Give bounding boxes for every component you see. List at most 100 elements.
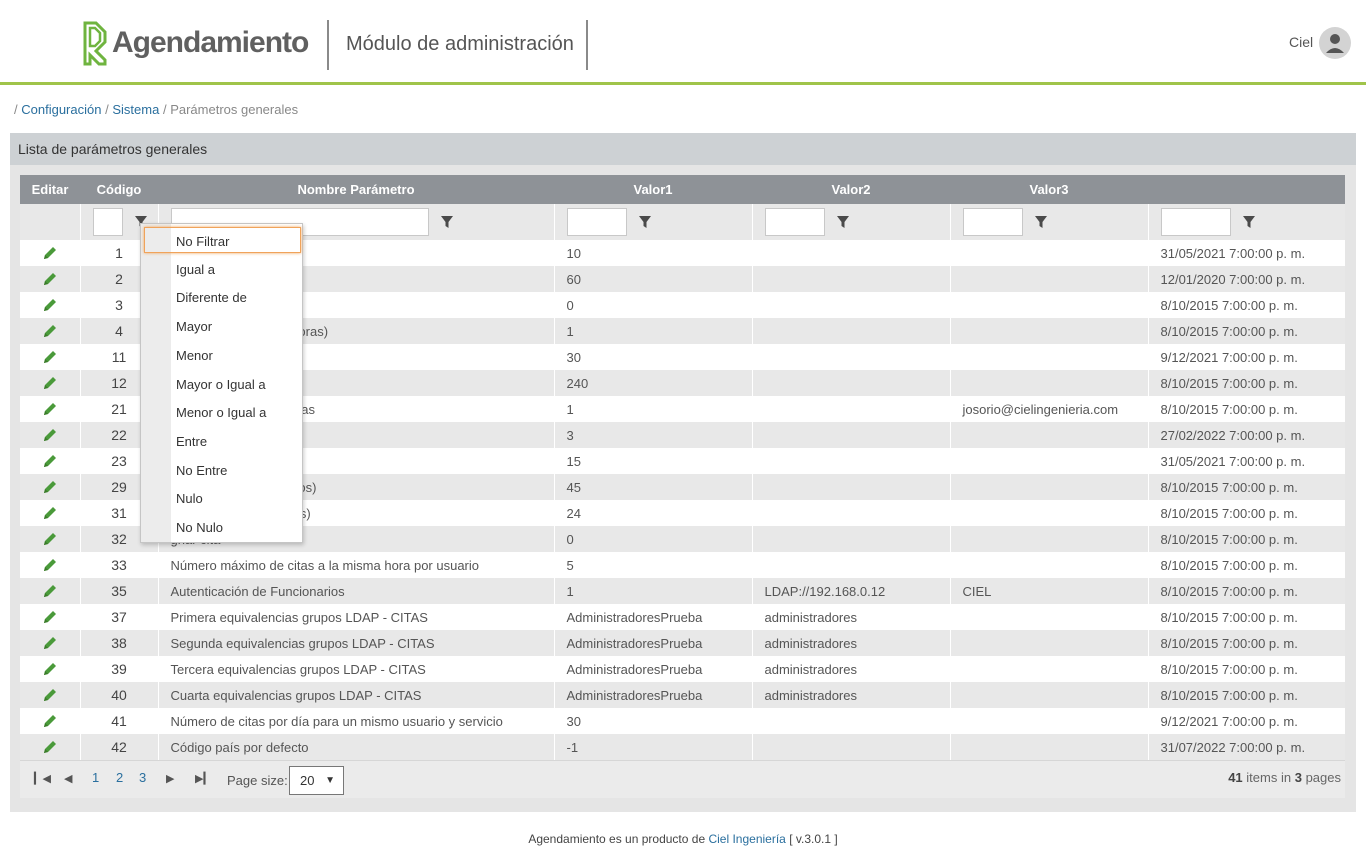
edit-cell[interactable] [20,448,80,474]
filter-option[interactable]: Nulo [176,491,203,506]
filter-input-valor1[interactable] [566,208,627,236]
pencil-icon[interactable] [42,427,58,443]
edit-cell[interactable] [20,396,80,422]
page-link-1[interactable]: 1 [92,770,99,785]
column-header-codigo[interactable]: Código [80,175,158,204]
filter-icon[interactable] [836,215,850,229]
pencil-icon[interactable] [42,661,58,677]
edit-cell[interactable] [20,266,80,292]
breadcrumb-link-configuracion[interactable]: Configuración [21,102,101,117]
edit-cell[interactable] [20,292,80,318]
pencil-icon[interactable] [42,323,58,339]
filter-option[interactable]: Diferente de [176,290,247,305]
pencil-icon[interactable] [42,635,58,651]
pencil-icon[interactable] [42,609,58,625]
module-title: Módulo de administración [346,33,574,55]
edit-cell[interactable] [20,682,80,708]
edit-cell[interactable] [20,630,80,656]
page-link-3[interactable]: 3 [139,770,146,785]
user-name[interactable]: Ciel [1289,34,1313,50]
filter-option[interactable]: Mayor [176,319,212,334]
filter-input-fecha[interactable] [1160,208,1231,236]
column-header-valor3[interactable]: Valor3 [950,175,1148,204]
edit-cell[interactable] [20,500,80,526]
header-divider [586,20,588,70]
filter-cell-valor3 [949,204,1148,240]
column-header-editar: Editar [20,175,80,204]
edit-cell[interactable] [20,526,80,552]
last-page-icon[interactable]: ▶▎ [195,772,212,785]
filter-input-codigo[interactable] [92,208,123,236]
column-header-valor2[interactable]: Valor2 [752,175,950,204]
cell-valor3 [949,526,1148,552]
prev-page-icon[interactable]: ◀ [64,772,72,785]
edit-cell[interactable] [20,240,80,266]
filter-option[interactable]: Menor [176,348,213,363]
filter-option[interactable]: Igual a [176,262,215,277]
cell-valor1: AdministradoresPrueba [553,656,752,682]
edit-cell[interactable] [20,708,80,734]
pencil-icon[interactable] [42,479,58,495]
items-info: 41 items in 3 pages [1228,770,1341,785]
pencil-icon[interactable] [42,687,58,703]
cell-valor3 [949,682,1148,708]
pencil-icon[interactable] [42,583,58,599]
user-avatar-icon[interactable] [1319,27,1351,59]
column-header-nombre[interactable]: Nombre Parámetro [158,175,554,204]
pencil-icon[interactable] [42,297,58,313]
cell-fecha: 8/10/2015 7:00:00 p. m. [1147,396,1345,422]
next-page-icon[interactable]: ▶ [166,772,174,785]
footer-company-link[interactable]: Ciel Ingeniería [708,832,785,846]
edit-cell[interactable] [20,734,80,760]
edit-cell[interactable] [20,604,80,630]
pencil-icon[interactable] [42,531,58,547]
filter-icon[interactable] [1034,215,1048,229]
filter-option[interactable]: No Nulo [176,520,223,535]
cell-fecha: 8/10/2015 7:00:00 p. m. [1147,604,1345,630]
cell-valor1: 10 [553,240,752,266]
breadcrumb-link-sistema[interactable]: Sistema [112,102,159,117]
edit-cell[interactable] [20,370,80,396]
filter-input-valor2[interactable] [764,208,825,236]
pencil-icon[interactable] [42,505,58,521]
filter-icon[interactable] [638,215,652,229]
edit-cell[interactable] [20,578,80,604]
pencil-icon[interactable] [42,271,58,287]
brand-logo[interactable]: Agendamiento [82,19,309,67]
column-header-fecha[interactable] [1148,175,1345,204]
pencil-icon[interactable] [42,739,58,755]
pencil-icon[interactable] [42,557,58,573]
pencil-icon[interactable] [42,245,58,261]
column-header-valor1[interactable]: Valor1 [554,175,752,204]
first-page-icon[interactable]: ▎◀ [34,772,51,785]
edit-cell[interactable] [20,656,80,682]
pencil-icon[interactable] [42,401,58,417]
filter-icon[interactable] [440,215,454,229]
filter-option[interactable]: Menor o Igual a [176,405,266,420]
filter-cell-editar [20,204,80,240]
edit-cell[interactable] [20,552,80,578]
edit-cell[interactable] [20,344,80,370]
pencil-icon[interactable] [42,713,58,729]
edit-cell[interactable] [20,474,80,500]
table-row: 42 Código país por defecto -1 31/07/2022 7:… [20,734,1345,760]
filter-icon[interactable] [1242,215,1256,229]
page-size-select[interactable]: 20 ▼ [289,766,344,795]
cell-fecha: 8/10/2015 7:00:00 p. m. [1147,630,1345,656]
filter-option[interactable]: Mayor o Igual a [176,377,266,392]
filter-input-valor3[interactable] [962,208,1023,236]
edit-cell[interactable] [20,318,80,344]
page-link-2[interactable]: 2 [116,770,123,785]
filter-option[interactable]: No Filtrar [144,227,301,253]
filter-option[interactable]: Entre [176,434,207,449]
cell-nombre: Número máximo de citas a la misma hora p… [157,552,554,578]
edit-cell[interactable] [20,422,80,448]
cell-valor1: -1 [553,734,752,760]
cell-valor1: 1 [553,396,752,422]
pencil-icon[interactable] [42,453,58,469]
pencil-icon[interactable] [42,375,58,391]
filter-option[interactable]: No Entre [176,463,227,478]
cell-fecha: 9/12/2021 7:00:00 p. m. [1147,344,1345,370]
cell-codigo: 33 [79,552,158,578]
pencil-icon[interactable] [42,349,58,365]
